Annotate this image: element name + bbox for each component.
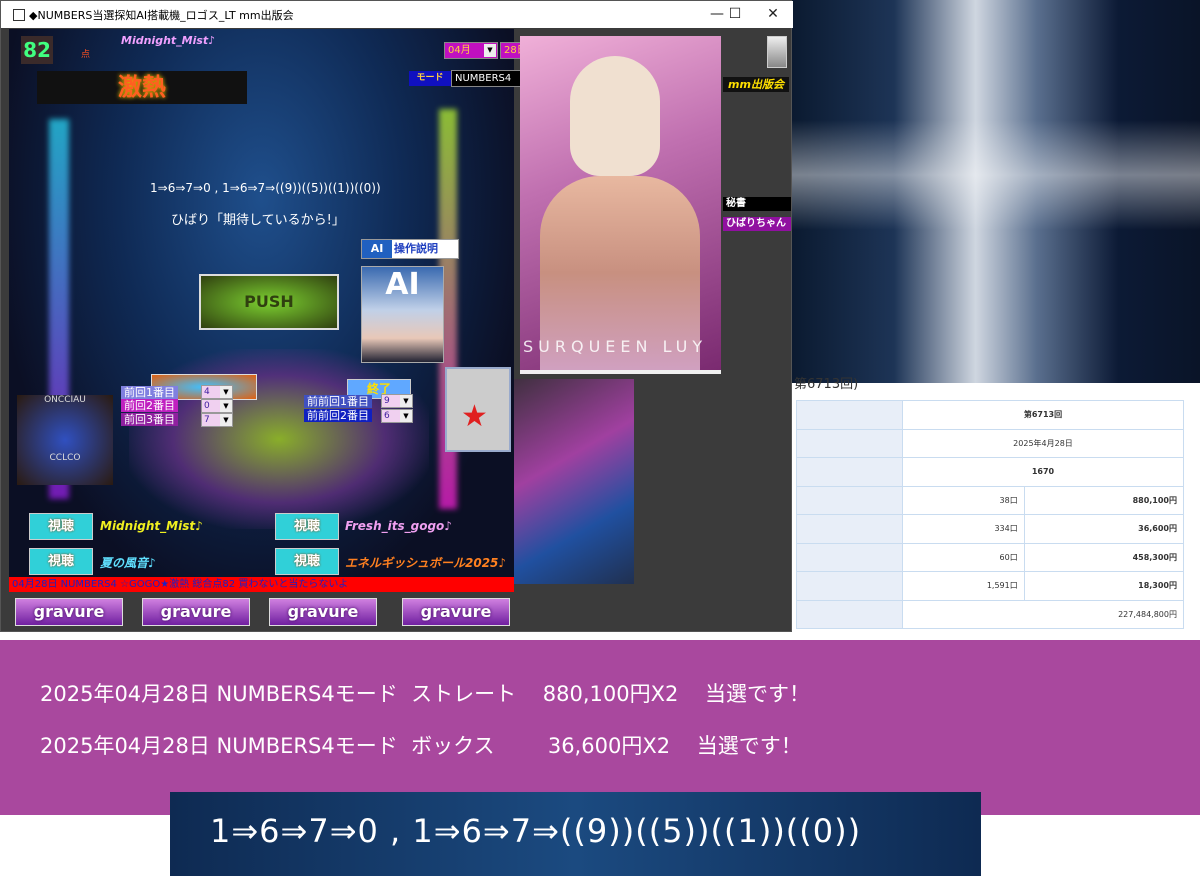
count-cell: 334口 bbox=[902, 514, 1025, 544]
dropdown-arrow-icon: ▼ bbox=[484, 44, 496, 57]
score-unit: 点 bbox=[81, 50, 91, 60]
table-row: 60口 458,300円 bbox=[796, 542, 1185, 572]
hot-banner: 激熱 bbox=[37, 71, 247, 104]
prev-select[interactable]: 4 ▼ bbox=[201, 385, 233, 399]
character-image bbox=[514, 379, 634, 584]
thumb-text: CCLCO bbox=[49, 453, 81, 463]
listen-button[interactable]: 視聴 bbox=[29, 513, 93, 540]
select-value: 6 bbox=[384, 411, 390, 421]
prize-cell: 36,600円 bbox=[1023, 514, 1185, 544]
game-panel: 82 点 Midnight_Mist♪ 激熱 1⇒6⇒7⇒0 , 1⇒6⇒7⇒(… bbox=[9, 29, 514, 591]
select-value: 04月 bbox=[448, 45, 471, 56]
count-cell: 38口 bbox=[902, 485, 1025, 515]
prev-label: 前回3番目 bbox=[121, 413, 178, 426]
ai-face-image: AI bbox=[361, 266, 444, 363]
mode-label: モード bbox=[409, 71, 451, 86]
dropdown-arrow-icon: ▼ bbox=[220, 400, 232, 412]
results-table: 第6713回 2025年4月28日 1670 38口 880,100円 334口 3… bbox=[796, 400, 1185, 629]
prev2-label: 前前回2番目 bbox=[304, 409, 372, 422]
song-title: エネルギッシュボール2025♪ bbox=[345, 556, 507, 570]
app-window: ◆NUMBERS当選探知AI搭載機_ロゴス_LT mm出版会 — ☐ ✕ 82 … bbox=[0, 0, 793, 632]
table-row: 第6713回 bbox=[796, 400, 1184, 430]
results-heading: 第6713回) bbox=[794, 377, 859, 392]
secretary-quote: ひばり「期待しているから!」 bbox=[171, 213, 345, 228]
dropdown-arrow-icon: ▼ bbox=[220, 386, 232, 398]
win-line-straight: 2025年04月28日 NUMBERS4モード ストレート 880,100円X2… bbox=[40, 682, 811, 706]
help-label: 操作説明 bbox=[394, 242, 438, 255]
table-row: 38口 880,100円 bbox=[796, 485, 1185, 515]
select-value: 0 bbox=[204, 401, 210, 411]
select-value: 9 bbox=[384, 396, 390, 406]
ai-logo: AI bbox=[362, 240, 392, 258]
prev-label: 前回1番目 bbox=[121, 386, 178, 399]
table-row: 2025年4月28日 bbox=[796, 428, 1184, 458]
listen-button[interactable]: 視聴 bbox=[275, 548, 339, 575]
dropdown-arrow-icon: ▼ bbox=[220, 414, 232, 426]
secretary-portrait bbox=[520, 36, 721, 374]
window-title: ◆NUMBERS当選探知AI搭載機_ロゴス_LT mm出版会 bbox=[29, 8, 294, 22]
dropdown-arrow-icon: ▼ bbox=[400, 410, 412, 422]
number-cell: 1670 bbox=[902, 457, 1184, 487]
prize-cell: 18,300円 bbox=[1023, 571, 1185, 601]
prev-select[interactable]: 7 ▼ bbox=[201, 413, 233, 427]
carryover-cell: 227,484,800円 bbox=[902, 599, 1184, 629]
prev2-select[interactable]: 6 ▼ bbox=[381, 409, 413, 423]
help-button[interactable]: AI 操作説明 bbox=[361, 239, 459, 259]
publisher-logo: mm出版会 bbox=[723, 77, 789, 92]
mascot-image[interactable] bbox=[445, 367, 511, 452]
table-row: 1,591口 18,300円 bbox=[796, 571, 1185, 601]
title-bar: ◆NUMBERS当選探知AI搭載機_ロゴス_LT mm出版会 — ☐ ✕ bbox=[1, 1, 793, 28]
win-line-box: 2025年04月28日 NUMBERS4モード ボックス 36,600円X2 当… bbox=[40, 734, 802, 758]
small-thumbnail[interactable] bbox=[767, 36, 787, 68]
win-banner: 2025年04月28日 NUMBERS4モード ストレート 880,100円X2… bbox=[0, 640, 1200, 815]
listen-button[interactable]: 視聴 bbox=[29, 548, 93, 575]
table-row: 1670 bbox=[796, 457, 1184, 487]
select-value: 7 bbox=[204, 415, 210, 425]
song-title: Midnight_Mist♪ bbox=[100, 519, 203, 533]
prize-cell: 458,300円 bbox=[1023, 542, 1185, 572]
gravure-button[interactable]: gravure bbox=[402, 598, 510, 626]
brand-watermark: SURQUEEN LUY bbox=[523, 337, 708, 356]
gravure-button[interactable]: gravure bbox=[142, 598, 250, 626]
dropdown-arrow-icon: ▼ bbox=[400, 395, 412, 407]
table-row: 227,484,800円 bbox=[796, 599, 1184, 629]
push-button[interactable]: PUSH bbox=[199, 274, 339, 330]
prev2-label: 前前回1番目 bbox=[304, 395, 372, 408]
select-value: 4 bbox=[204, 387, 210, 397]
prev-select[interactable]: 0 ▼ bbox=[201, 399, 233, 413]
select-value: NUMBERS4 bbox=[455, 73, 512, 84]
secretary-name: ひばりちゃん bbox=[723, 217, 791, 231]
count-cell: 1,591口 bbox=[902, 571, 1025, 601]
song-title: 夏の風音♪ bbox=[100, 556, 156, 570]
month-select[interactable]: 04月 ▼ bbox=[444, 42, 498, 59]
app-icon bbox=[13, 8, 25, 21]
prev2-select[interactable]: 9 ▼ bbox=[381, 394, 413, 408]
score-display: 82 bbox=[21, 36, 53, 64]
maximize-button[interactable]: ☐ bbox=[715, 1, 755, 28]
prediction-text: 1⇒6⇒7⇒0 , 1⇒6⇒7⇒((9))((5))((1))((0)) bbox=[150, 181, 381, 195]
prev-label: 前回2番目 bbox=[121, 399, 178, 412]
gravure-button[interactable]: gravure bbox=[269, 598, 377, 626]
result-display-text: 1⇒6⇒7⇒0 , 1⇒6⇒7⇒((9))((5))((1))((0)) bbox=[210, 812, 862, 850]
table-row: 334口 36,600円 bbox=[796, 514, 1185, 544]
round-cell: 第6713回 bbox=[902, 400, 1184, 430]
background-photo bbox=[792, 0, 1200, 383]
prize-cell: 880,100円 bbox=[1023, 485, 1185, 515]
now-playing: Midnight_Mist♪ bbox=[121, 34, 216, 47]
song-title: Fresh_its_gogo♪ bbox=[345, 519, 452, 533]
secretary-label: 秘書 bbox=[723, 197, 791, 211]
thumb-text: ONCCIAU bbox=[44, 395, 86, 405]
listen-button[interactable]: 視聴 bbox=[275, 513, 339, 540]
date-cell: 2025年4月28日 bbox=[902, 428, 1184, 458]
gravure-button[interactable]: gravure bbox=[15, 598, 123, 626]
portrait-head bbox=[570, 56, 660, 176]
ticker: 04月28日 NUMBERS4 ☆GOGO★激熱 総合点82 買わないと当たらな… bbox=[9, 577, 514, 592]
count-cell: 60口 bbox=[902, 542, 1025, 572]
side-thumbnail[interactable]: ONCCIAU CCLCO bbox=[17, 395, 113, 485]
close-button[interactable]: ✕ bbox=[753, 1, 793, 28]
